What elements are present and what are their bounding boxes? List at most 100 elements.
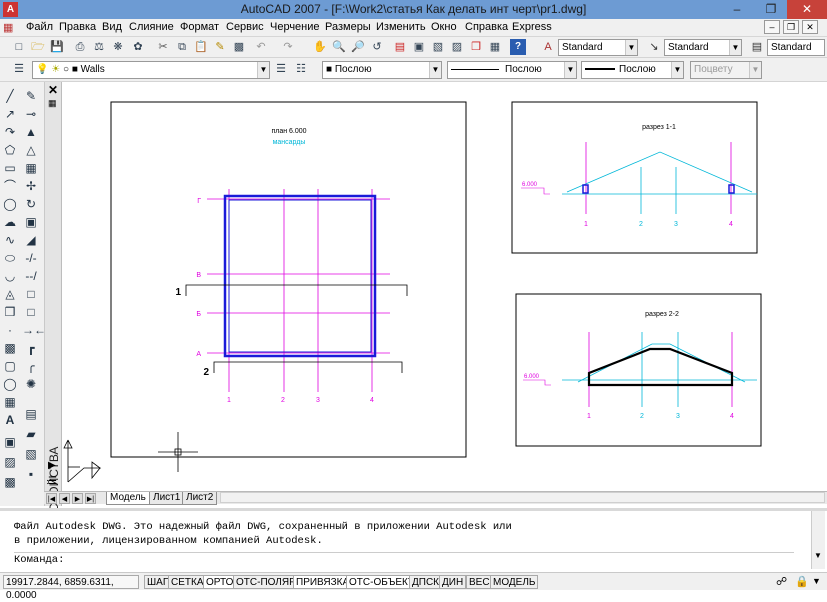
save-icon[interactable]: 💾: [49, 39, 65, 55]
menu-edit[interactable]: Правка: [59, 21, 96, 33]
make-block-icon[interactable]: ❒: [1, 304, 19, 321]
design-center-icon[interactable]: ▣: [411, 39, 427, 55]
color-select[interactable]: ■ Послою ▼: [322, 61, 442, 79]
text-tool-icon[interactable]: ▧: [22, 446, 40, 463]
pan-icon[interactable]: ✋: [312, 39, 328, 55]
copy-icon[interactable]: ⧉: [174, 39, 190, 55]
close-button[interactable]: ✕: [787, 0, 827, 19]
object-tool-icon[interactable]: ▪: [22, 466, 40, 483]
doc-restore-button[interactable]: ❐: [783, 20, 799, 34]
ellipse-arc-icon[interactable]: ◡: [1, 268, 19, 285]
multiline-text-icon[interactable]: A: [1, 412, 19, 429]
text-style-icon[interactable]: A: [540, 39, 556, 55]
command-input[interactable]: Команда:: [14, 552, 794, 566]
layer-states-icon[interactable]: ▨: [1, 454, 19, 471]
menu-merge[interactable]: Слияние: [129, 21, 174, 33]
mirror-icon[interactable]: ▲: [22, 124, 40, 141]
properties-palette-strip[interactable]: ✕ ▦ СВОЙСТВА ▶ ☰: [45, 82, 62, 512]
lineweight-select[interactable]: Послою ▼: [581, 61, 684, 79]
menu-express[interactable]: Express: [512, 21, 552, 33]
tab-layout2[interactable]: Лист2: [182, 492, 218, 505]
offset-icon[interactable]: △: [22, 142, 40, 159]
gradient-icon[interactable]: ▢: [1, 358, 19, 375]
scroll-down-icon[interactable]: ▼: [814, 551, 822, 560]
zoom-realtime-icon[interactable]: 🔍: [331, 39, 347, 55]
drawing-canvas[interactable]: план 6.000 мансарды Г В Б А 1 2 3 4 1 2 …: [62, 82, 827, 491]
table-style-icon[interactable]: ▤: [749, 39, 765, 55]
menu-help[interactable]: Справка: [465, 21, 508, 33]
toggle-grid[interactable]: СЕТКА: [168, 575, 207, 589]
command-scrollbar[interactable]: ▼: [811, 511, 825, 569]
erase-icon[interactable]: ✎: [22, 88, 40, 105]
zoom-previous-icon[interactable]: ↺: [369, 39, 385, 55]
next-tab-button[interactable]: ▶: [72, 493, 83, 504]
tool-palettes-icon[interactable]: ▧: [430, 39, 446, 55]
arc-icon[interactable]: ⌒: [1, 178, 19, 195]
communication-center-icon[interactable]: ☍: [776, 575, 787, 588]
prev-tab-button[interactable]: ◀: [59, 493, 70, 504]
minimize-button[interactable]: –: [720, 0, 754, 19]
drawing-doc-icon[interactable]: ▦: [3, 21, 13, 34]
plotstyle-select[interactable]: Поцвету ▼: [690, 61, 762, 79]
cut-icon[interactable]: ✂: [155, 39, 171, 55]
3d-dwf-icon[interactable]: ✿: [130, 39, 146, 55]
toggle-ducs[interactable]: ДПСК: [409, 575, 443, 589]
region-icon[interactable]: ◯: [1, 376, 19, 393]
text-style-select[interactable]: Standard ▼: [558, 39, 638, 56]
polyline-icon[interactable]: ↷: [1, 124, 19, 141]
insert-block-icon[interactable]: ◬: [1, 286, 19, 303]
fillet-icon[interactable]: ╭: [22, 358, 40, 375]
toggle-polar[interactable]: ОТС-ПОЛЯР: [233, 575, 299, 589]
lock-icon[interactable]: 🔒: [795, 575, 809, 588]
dim-style-select[interactable]: Standard ▼: [664, 39, 742, 56]
table-style-select[interactable]: Standard: [767, 39, 825, 56]
maximize-button[interactable]: ❐: [754, 0, 788, 19]
break-icon[interactable]: □: [22, 304, 40, 321]
rectangle-icon[interactable]: ▭: [1, 160, 19, 177]
markup-icon[interactable]: ❒: [468, 39, 484, 55]
explode-icon[interactable]: ✺: [22, 376, 40, 393]
layer-walk-icon[interactable]: ▩: [1, 474, 19, 491]
tab-layout1[interactable]: Лист1: [149, 492, 185, 505]
status-menu-icon[interactable]: ▼: [812, 576, 821, 586]
hatch-icon[interactable]: ▩: [1, 340, 19, 357]
redo-icon[interactable]: ↷: [280, 39, 296, 55]
scale-icon[interactable]: ▣: [22, 214, 40, 231]
dim-style-icon[interactable]: ↘: [646, 39, 662, 55]
sheet-set-icon[interactable]: ▨: [449, 39, 465, 55]
extend-icon[interactable]: --/: [22, 268, 40, 285]
stretch-icon[interactable]: ◢: [22, 232, 40, 249]
menu-view[interactable]: Вид: [102, 21, 122, 33]
trim-icon[interactable]: -/-: [22, 250, 40, 267]
polygon-icon[interactable]: ⬠: [1, 142, 19, 159]
undo-icon[interactable]: ↶: [253, 39, 269, 55]
toggle-ortho[interactable]: ОРТО: [203, 575, 237, 589]
calculator-icon[interactable]: ▦: [487, 39, 503, 55]
zoom-window-icon[interactable]: 🔎: [350, 39, 366, 55]
construction-line-icon[interactable]: ↗: [1, 106, 19, 123]
palette-menu-icon[interactable]: ☰: [48, 476, 57, 487]
revision-cloud-icon[interactable]: ☁: [1, 214, 19, 231]
properties-icon[interactable]: ▤: [392, 39, 408, 55]
palette-options-icon[interactable]: ▶: [48, 460, 56, 471]
menu-window[interactable]: Окно: [431, 21, 457, 33]
copy-object-icon[interactable]: ⊸: [22, 106, 40, 123]
array-icon[interactable]: ▦: [22, 160, 40, 177]
publish-icon[interactable]: ❋: [110, 39, 126, 55]
spline-icon[interactable]: ∿: [1, 232, 19, 249]
menu-file[interactable]: Файл: [26, 21, 53, 33]
circle-icon[interactable]: ◯: [1, 196, 19, 213]
block-editor-icon[interactable]: ▩: [231, 39, 247, 55]
menu-modify[interactable]: Изменить: [376, 21, 426, 33]
toggle-dyn[interactable]: ДИН: [439, 575, 467, 589]
new-file-icon[interactable]: □: [11, 39, 27, 55]
doc-minimize-button[interactable]: –: [764, 20, 780, 34]
layer-manager-icon[interactable]: ☰: [11, 61, 27, 77]
ellipse-icon[interactable]: ⬭: [1, 250, 19, 267]
menu-tools[interactable]: Сервис: [226, 21, 264, 33]
menu-dimension[interactable]: Размеры: [325, 21, 371, 33]
dimension-linear-icon[interactable]: ▤: [22, 406, 40, 423]
toggle-model[interactable]: МОДЕЛЬ: [490, 575, 539, 589]
linetype-select[interactable]: Послою ▼: [447, 61, 577, 79]
make-layer-current-icon[interactable]: ☰: [273, 61, 289, 77]
